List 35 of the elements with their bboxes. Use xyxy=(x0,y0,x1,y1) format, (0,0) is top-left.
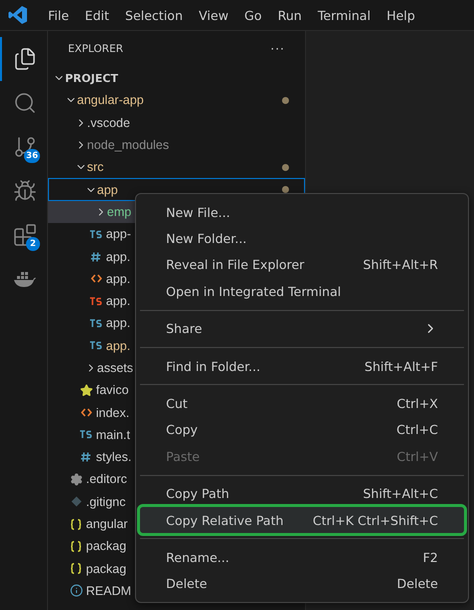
folder-name: .vscode xyxy=(87,116,130,130)
file-name: .gitignc xyxy=(86,494,126,509)
file-name: main.t xyxy=(96,428,130,442)
shortcut-text: Shift+Alt+R xyxy=(363,257,438,272)
shortcut-text: F2 xyxy=(422,550,438,565)
file-name: .editorc xyxy=(86,472,127,486)
count-badge: 2 xyxy=(26,237,40,251)
shortcut-text: Shift+Alt+C xyxy=(362,486,438,502)
file-name: READM xyxy=(86,584,132,598)
file-name: packag xyxy=(86,562,126,576)
file-name: app. xyxy=(106,294,130,308)
file-name: app. xyxy=(106,338,130,353)
folder-name: app xyxy=(97,182,118,197)
folder-name: angular-app xyxy=(77,93,144,108)
shortcut-text: Ctrl+V xyxy=(396,448,438,464)
folder-name: node_modules xyxy=(87,138,170,152)
folder-name: emp xyxy=(107,204,132,219)
shortcut-text: Ctrl+C xyxy=(396,422,438,438)
shortcut-text: Ctrl+X xyxy=(396,396,438,412)
file-name: app- xyxy=(106,227,132,242)
file-name: angular xyxy=(86,517,128,532)
shortcut-text: Shift+Alt+F xyxy=(364,358,438,374)
shortcut-text: Delete xyxy=(396,576,438,592)
folder-name: src xyxy=(87,160,104,174)
shortcut-text: Ctrl+K Ctrl+Shift+C xyxy=(312,512,438,528)
file-name: index. xyxy=(96,406,130,420)
file-name: styles. xyxy=(96,450,132,464)
file-name: app. xyxy=(106,316,130,330)
count-badge: 36 xyxy=(24,149,40,163)
folder-name: assets xyxy=(97,361,134,375)
file-name: app. xyxy=(106,272,130,286)
panel-title: EXPLORER xyxy=(68,43,124,55)
file-name: packag xyxy=(86,539,126,554)
file-name: app. xyxy=(106,250,130,264)
file-name: favico xyxy=(96,383,129,398)
